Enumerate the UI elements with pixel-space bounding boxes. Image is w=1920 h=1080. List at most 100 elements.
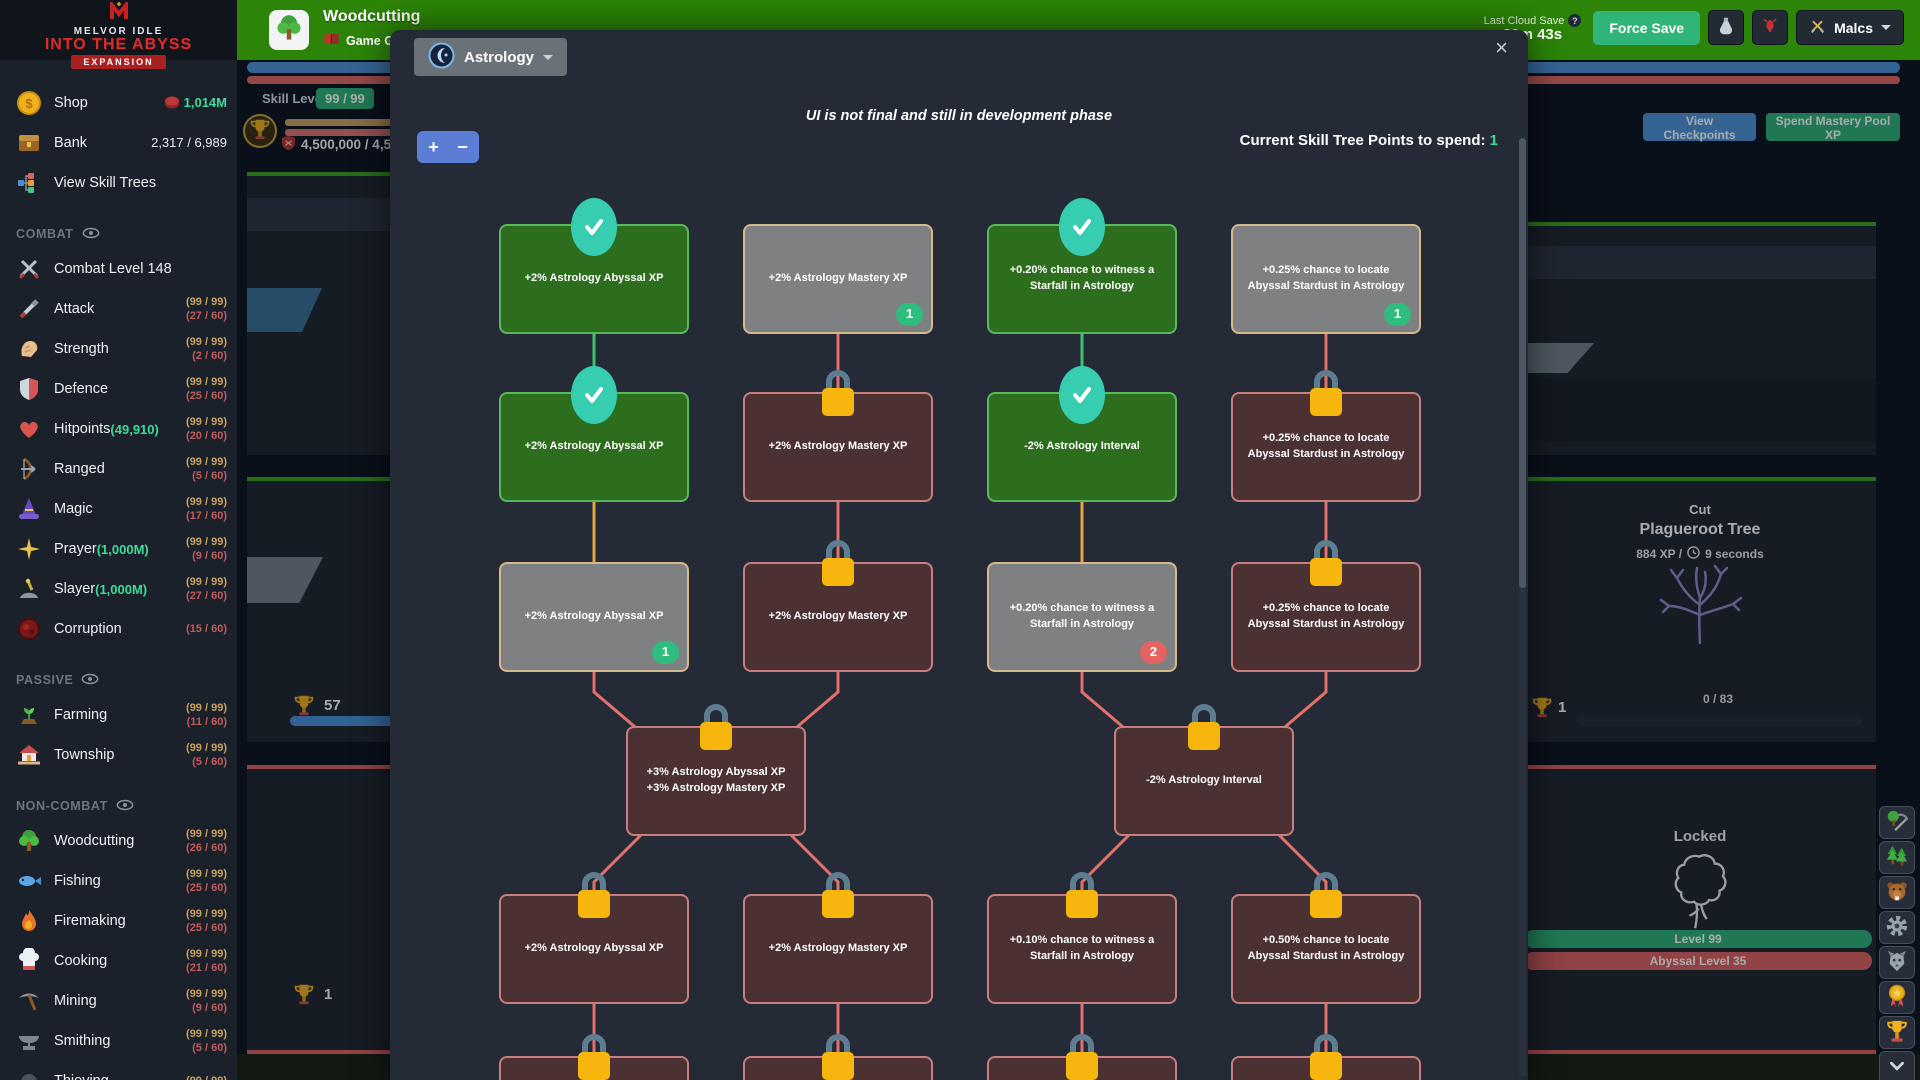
sidebar-item-abyssal-level: (21 / 60) — [186, 961, 227, 975]
potion-button[interactable] — [1708, 10, 1744, 45]
node-text: +2% Astrology Mastery XP — [769, 271, 908, 287]
skilltree-node-r4m1[interactable]: +3% Astrology Abyssal XP+3% Astrology Ma… — [626, 726, 806, 836]
node-text: +0.25% chance to locate Abyssal Stardust… — [1243, 431, 1409, 463]
lock-icon — [818, 870, 858, 926]
sidebar-item-label: Township — [54, 747, 114, 763]
skilltrees-icon — [16, 170, 42, 196]
sidebar-item-attack[interactable]: Attack(99 / 99)(27 / 60) — [0, 289, 237, 329]
sidebar-item-label: Mining — [54, 993, 97, 1009]
skilltree-node-r6c2[interactable] — [743, 1056, 933, 1080]
rail-button-forest[interactable] — [1879, 841, 1915, 874]
skilltree-node-r1c2[interactable]: +2% Astrology Mastery XP1 — [743, 224, 933, 334]
node-text: +2% Astrology Mastery XP — [769, 941, 908, 957]
skilltree-node-r3c4[interactable]: +0.25% chance to locate Abyssal Stardust… — [1231, 562, 1421, 672]
character-button[interactable] — [1752, 10, 1788, 45]
sidebar-item-bank[interactable]: Bank2,317 / 6,989 — [0, 123, 237, 163]
skilltree-node-r5c2[interactable]: +2% Astrology Mastery XP — [743, 894, 933, 1004]
rail-button-wolf[interactable] — [1879, 946, 1915, 979]
farming-icon — [16, 702, 42, 728]
sidebar-item-value: 1,014M — [184, 96, 227, 110]
node-text: +0.10% chance to witness a Starfall in A… — [999, 933, 1165, 965]
firemaking-icon — [16, 908, 42, 934]
lock-icon — [1062, 870, 1102, 926]
sidebar-item-firemaking[interactable]: Firemaking(99 / 99)(25 / 60) — [0, 901, 237, 941]
sidebar-item-woodcutting[interactable]: Woodcutting(99 / 99)(26 / 60) — [0, 821, 237, 861]
sidebar-item-magic[interactable]: Magic(99 / 99)(17 / 60) — [0, 489, 237, 529]
sidebar-item-label: Corruption — [54, 621, 122, 637]
sidebar-item-ranged[interactable]: Ranged(99 / 99)(5 / 60) — [0, 449, 237, 489]
sidebar-item-level: (99 / 99) — [186, 535, 227, 549]
skilltree-node-r4m2[interactable]: -2% Astrology Interval — [1114, 726, 1294, 836]
beaver-icon — [1885, 879, 1909, 906]
sidebar-item-corruption[interactable]: Corruption(15 / 60) — [0, 609, 237, 649]
sidebar-item-level: (99 / 99) — [186, 1074, 227, 1080]
sidebar-item-level: (99 / 99) — [186, 827, 227, 841]
smithing-icon — [16, 1028, 42, 1054]
node-cost-badge: 2 — [1140, 641, 1167, 664]
rail-button-chevron-down[interactable] — [1879, 1051, 1915, 1080]
sidebar-item-strength[interactable]: Strength(99 / 99)(2 / 60) — [0, 329, 237, 369]
scrollbar-thumb[interactable] — [1519, 138, 1526, 588]
sidebar-item-abyssal-level: (5 / 60) — [192, 1041, 227, 1055]
sidebar-item-combat-level-148[interactable]: Combat Level 148 — [0, 249, 237, 289]
skilltree-node-r2c3[interactable]: -2% Astrology Interval — [987, 392, 1177, 502]
rail-button-trophy[interactable] — [1879, 1016, 1915, 1049]
wolf-icon — [1885, 949, 1909, 976]
logo-expansion-name: INTO THE ABYSS — [45, 36, 192, 54]
eye-icon[interactable] — [81, 673, 99, 688]
sidebar-item-smithing[interactable]: Smithing(99 / 99)(5 / 60) — [0, 1021, 237, 1061]
sidebar-item-defence[interactable]: Defence(99 / 99)(25 / 60) — [0, 369, 237, 409]
sidebar-item-view-skill-trees[interactable]: View Skill Trees — [0, 163, 237, 203]
user-menu-button[interactable]: Malcs — [1796, 10, 1904, 45]
sidebar-item-level: (99 / 99) — [186, 495, 227, 509]
sidebar-item-suffix: (49,910) — [110, 422, 158, 437]
eye-icon[interactable] — [82, 227, 100, 242]
force-save-button[interactable]: Force Save — [1593, 11, 1700, 45]
skilltree-node-r3c2[interactable]: +2% Astrology Mastery XP — [743, 562, 933, 672]
node-text: +0.50% chance to locate Abyssal Stardust… — [1243, 933, 1409, 965]
skilltree-node-r3c1[interactable]: +2% Astrology Abyssal XP1 — [499, 562, 689, 672]
chevron-down-icon — [1885, 1054, 1909, 1080]
skill-tree-canvas[interactable]: +2% Astrology Abyssal XP +2% Astrology Ma… — [390, 30, 1528, 1080]
help-icon[interactable]: ? — [1568, 14, 1581, 27]
sidebar-item-farming[interactable]: Farming(99 / 99)(11 / 60) — [0, 695, 237, 735]
skilltree-node-r2c4[interactable]: +0.25% chance to locate Abyssal Stardust… — [1231, 392, 1421, 502]
sidebar-item-mining[interactable]: Mining(99 / 99)(9 / 60) — [0, 981, 237, 1021]
sidebar-item-suffix: (1,000M) — [97, 542, 149, 557]
rail-button-tree-pickaxe[interactable] — [1879, 806, 1915, 839]
rail-button-medal[interactable] — [1879, 981, 1915, 1014]
node-text: +2% Astrology Abyssal XP — [525, 941, 664, 957]
sidebar-item-prayer[interactable]: Prayer(1,000M)(99 / 99)(9 / 60) — [0, 529, 237, 569]
eye-icon[interactable] — [116, 799, 134, 814]
skilltree-node-r5c1[interactable]: +2% Astrology Abyssal XP — [499, 894, 689, 1004]
rail-button-gear[interactable] — [1879, 911, 1915, 944]
sidebar-item-abyssal-level: (25 / 60) — [186, 389, 227, 403]
sidebar-item-cooking[interactable]: Cooking(99 / 99)(21 / 60) — [0, 941, 237, 981]
rail-button-beaver[interactable] — [1879, 876, 1915, 909]
sidebar-item-shop[interactable]: $Shop1,014M — [0, 83, 237, 123]
skilltree-node-r5c3[interactable]: +0.10% chance to witness a Starfall in A… — [987, 894, 1177, 1004]
skilltree-node-r6c4[interactable] — [1231, 1056, 1421, 1080]
sidebar-item-hitpoints[interactable]: Hitpoints(49,910)(99 / 99)(20 / 60) — [0, 409, 237, 449]
skilltree-node-r1c3[interactable]: +0.20% chance to witness a Starfall in A… — [987, 224, 1177, 334]
sidebar-item-label: Thieving — [54, 1073, 109, 1080]
sidebar-item-abyssal-level: (17 / 60) — [186, 509, 227, 523]
skilltree-node-r2c2[interactable]: +2% Astrology Mastery XP — [743, 392, 933, 502]
slayer-coin-icon — [164, 95, 180, 112]
modal-scrollbar[interactable] — [1519, 138, 1526, 1076]
sidebar-item-slayer[interactable]: Slayer(1,000M)(99 / 99)(27 / 60) — [0, 569, 237, 609]
skilltree-node-r2c1[interactable]: +2% Astrology Abyssal XP — [499, 392, 689, 502]
sidebar-item-fishing[interactable]: Fishing(99 / 99)(25 / 60) — [0, 861, 237, 901]
skilltree-node-r3c3[interactable]: +0.20% chance to witness a Starfall in A… — [987, 562, 1177, 672]
skilltree-node-r6c3[interactable] — [987, 1056, 1177, 1080]
skilltree-node-r1c1[interactable]: +2% Astrology Abyssal XP — [499, 224, 689, 334]
skilltree-node-r1c4[interactable]: +0.25% chance to locate Abyssal Stardust… — [1231, 224, 1421, 334]
sidebar-item-township[interactable]: Township(99 / 99)(5 / 60) — [0, 735, 237, 775]
node-text: -2% Astrology Interval — [1024, 439, 1140, 455]
sidebar-item-thieving[interactable]: Thieving (99 / 99) — [0, 1061, 237, 1080]
logo-expansion-tag: EXPANSION — [71, 55, 165, 69]
sidebar-item-abyssal-level: (5 / 60) — [192, 755, 227, 769]
skilltree-node-r5c4[interactable]: +0.50% chance to locate Abyssal Stardust… — [1231, 894, 1421, 1004]
demon-icon — [1762, 16, 1778, 39]
skilltree-node-r6c1[interactable] — [499, 1056, 689, 1080]
